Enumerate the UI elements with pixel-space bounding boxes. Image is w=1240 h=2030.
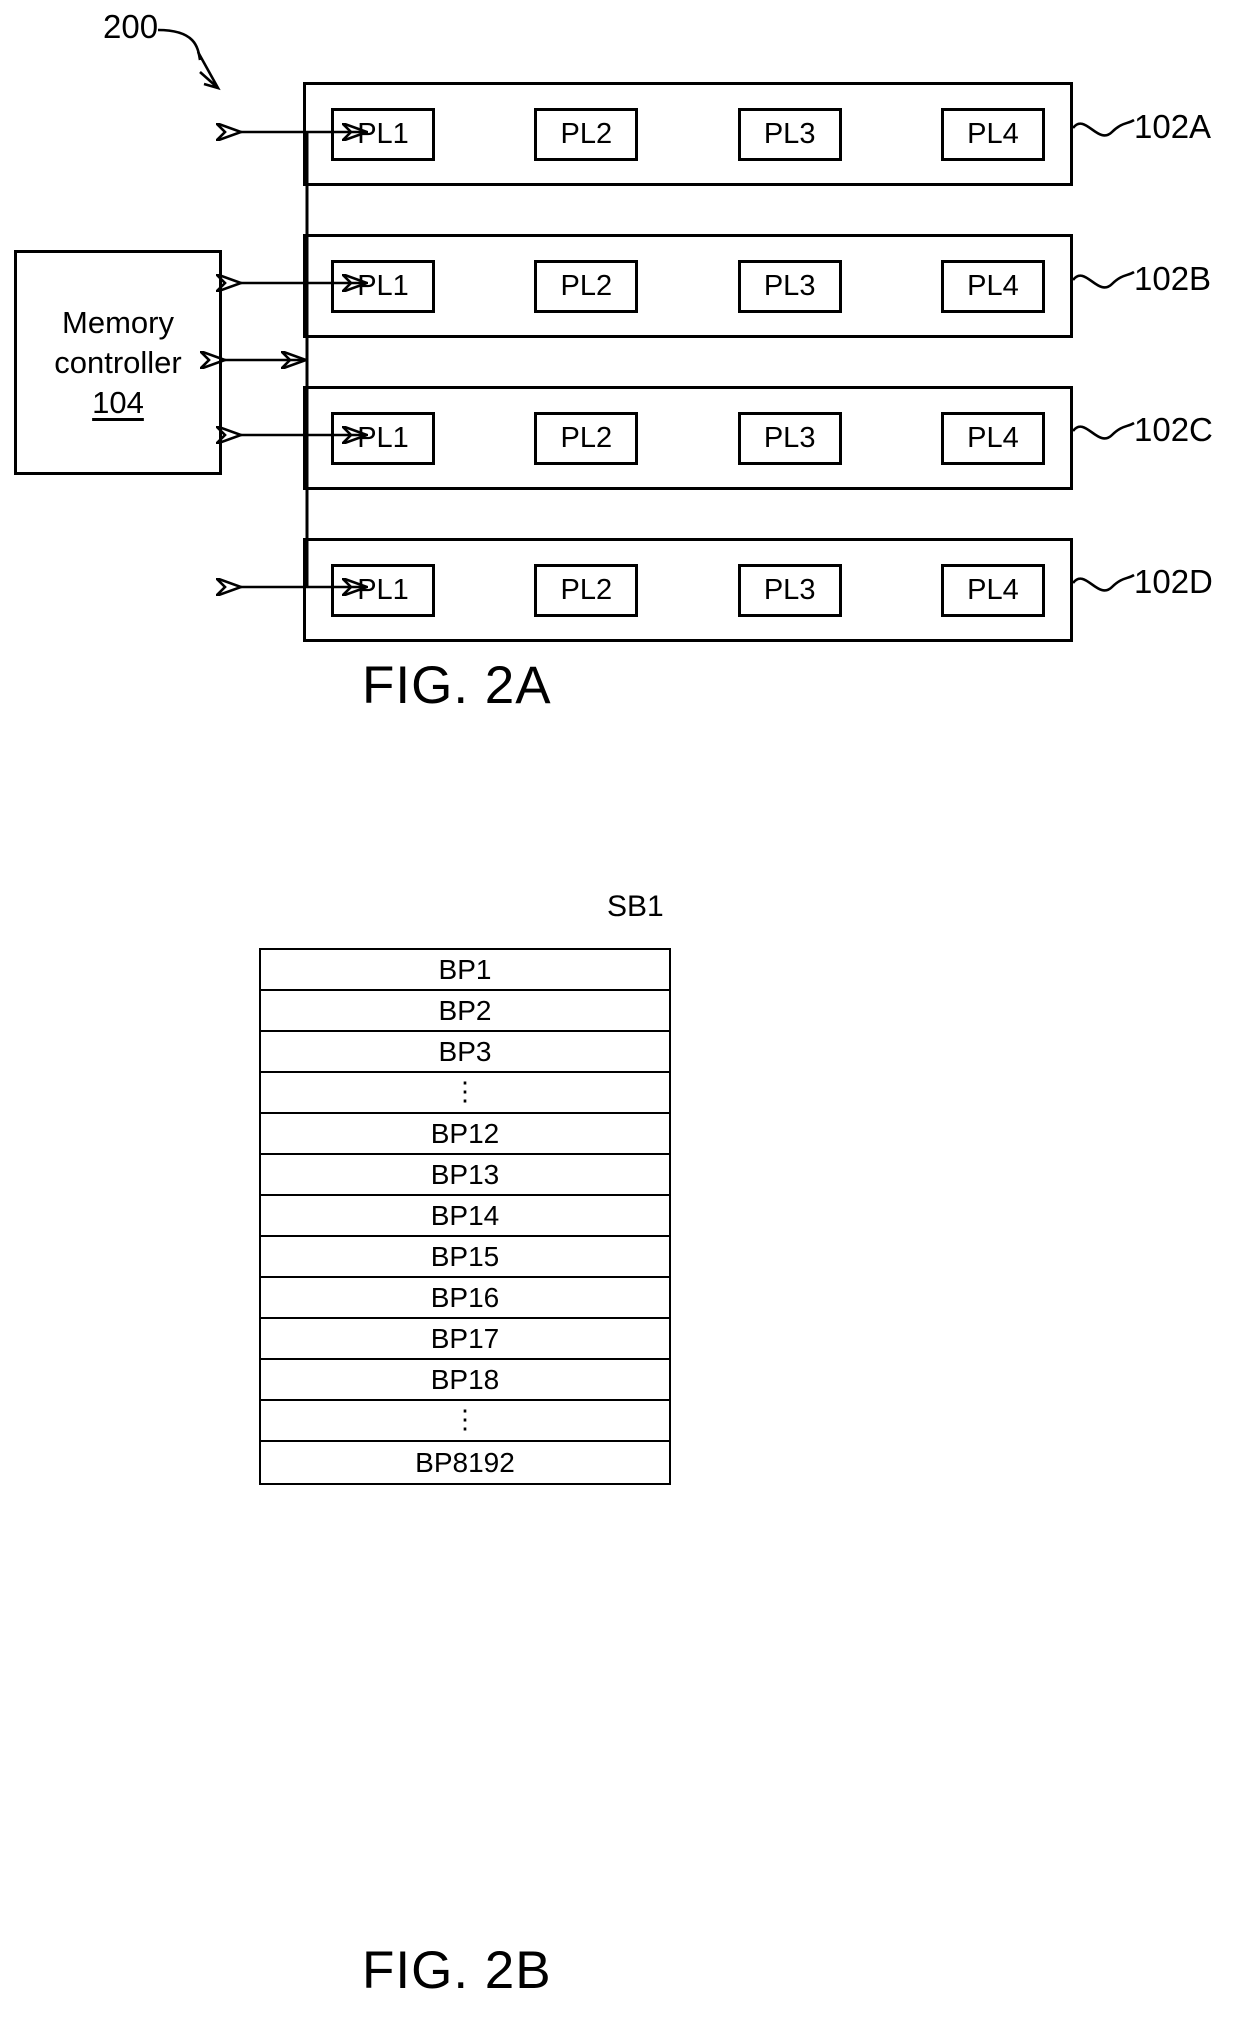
figure-2a-caption: FIG. 2A: [362, 656, 552, 715]
block-row: BP15: [261, 1237, 669, 1278]
plane-block: PL3: [737, 107, 842, 161]
block-row: BP3: [261, 1032, 669, 1073]
plane-block: PL2: [534, 259, 639, 313]
plane-block: PL1: [331, 259, 435, 313]
die-ref-number-102C: 102C: [1134, 411, 1213, 448]
figure-2b-caption: FIG. 2B: [362, 1941, 552, 2000]
memory-controller-label-line2: controller: [54, 344, 182, 380]
plane-block: PL1: [331, 411, 435, 465]
die-ref-number-102D: 102D: [1134, 563, 1213, 600]
plane-block: PL4: [940, 563, 1045, 617]
patent-figure-page: Memory controller 104 200 PL1 PL2 PL3 PL…: [0, 0, 1240, 2030]
memory-controller-label-line1: Memory: [62, 304, 174, 340]
plane-block: PL1: [331, 563, 435, 617]
die-block-102A: PL1 PL2 PL3 PL4: [303, 82, 1073, 186]
block-row: BP14: [261, 1196, 669, 1237]
plane-block: PL1: [331, 107, 435, 161]
plane-block: PL3: [737, 259, 842, 313]
die-ref-number-102A: 102A: [1134, 108, 1212, 145]
die-block-102C: PL1 PL2 PL3 PL4: [303, 386, 1073, 490]
die-ref-number-102B: 102B: [1134, 260, 1212, 297]
plane-block: PL4: [940, 259, 1045, 313]
block-row-ellipsis: ⋮: [261, 1073, 669, 1114]
die-block-102B: PL1 PL2 PL3 PL4: [303, 234, 1073, 338]
block-row: BP12: [261, 1114, 669, 1155]
superblock-label-sb1: SB1: [607, 890, 664, 923]
plane-block: PL4: [940, 411, 1045, 465]
plane-block: PL4: [940, 107, 1045, 161]
block-row: BP17: [261, 1319, 669, 1360]
plane-block: PL2: [534, 563, 639, 617]
block-row: BP18: [261, 1360, 669, 1401]
block-row: BP13: [261, 1155, 669, 1196]
block-row: BP8192: [415, 1446, 515, 1478]
plane-block: PL2: [534, 107, 639, 161]
plane-block: PL3: [737, 563, 842, 617]
block-row-ellipsis: ⋮: [261, 1401, 669, 1442]
memory-controller-block: Memory controller 104: [14, 250, 222, 475]
die-block-102D: PL1 PL2 PL3 PL4: [303, 538, 1073, 642]
block-row: BP16: [261, 1278, 669, 1319]
block-row: BP1: [261, 950, 669, 991]
superblock-block-table: BP1 BP2 BP3 ⋮ BP12 BP13 BP14 BP15 BP16 BP17 BP18 ⋮ B…: [259, 948, 671, 1485]
block-row: BP2: [261, 991, 669, 1032]
plane-block: PL3: [737, 411, 842, 465]
memory-controller-ref-number: 104: [92, 384, 144, 420]
plane-block: PL2: [534, 411, 639, 465]
system-ref-number: 200: [103, 8, 159, 45]
